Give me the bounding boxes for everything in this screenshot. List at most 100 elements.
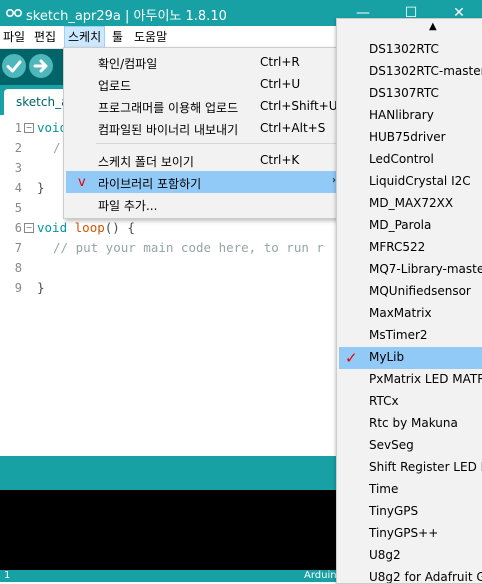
code-line-7: // put your main code here, to run r [53,240,324,255]
library-item[interactable]: MQ7-Library-master [339,259,482,281]
library-item[interactable]: LedControl [339,149,482,171]
library-item[interactable]: Rtc by Makuna [339,413,482,435]
keyword-void: void [37,220,68,235]
menu-item-label: 스케치 폴더 보이기 [98,155,194,169]
library-item-label: Shift Register LED Ma [369,460,482,474]
library-item[interactable]: MFRC522 [339,237,482,259]
tab-label: sketch_a [16,95,69,109]
line-number: 4 [14,181,22,195]
line-number: 9 [14,281,22,295]
library-item[interactable]: DS1302RTC-master [339,61,482,83]
code-line-2: / [53,140,61,155]
verify-button[interactable] [2,54,26,78]
library-item-selected[interactable]: ✓ MyLib [339,347,482,369]
line-number: 3 [14,161,22,175]
menu-item-shortcut: Ctrl+Shift+U [260,99,338,113]
library-item-label: MaxMatrix [369,306,432,320]
arrow-right-icon [33,59,48,73]
library-item-label: U8g2 [369,548,401,562]
menu-item-add-file[interactable]: 파일 추가... [66,193,342,215]
library-item-label: MD_MAX72XX [369,196,454,210]
library-item-label: PxMatrix LED MATRIX [369,372,482,386]
annotation-check-icon: v [78,175,86,190]
menu-file[interactable]: 파일 [0,26,28,48]
menu-item-shortcut: Ctrl+K [260,153,300,167]
code-paren: () { [104,220,135,235]
library-item[interactable]: Shift Register LED Ma [339,457,482,479]
library-item[interactable]: U8g2 for Adafruit GFX [339,567,482,583]
menu-item-upload-programmer[interactable]: 프로그래머를 이용해 업로드 Ctrl+Shift+U [66,95,342,117]
menu-tools[interactable]: 툴 [109,26,126,48]
menu-edit[interactable]: 편집 [31,26,59,48]
library-item-label: Rtc by Makuna [369,416,458,430]
library-item[interactable]: DS1307RTC [339,83,482,105]
scroll-up-icon[interactable]: ▲ [429,21,437,32]
line-number: 7 [14,241,22,255]
menu-item-export-binary[interactable]: 컴파일된 바이너리 내보내기 Ctrl+Alt+S [66,117,342,139]
menu-help[interactable]: 도움말 [131,26,170,48]
menu-item-label: 프로그래머를 이용해 업로드 [98,101,239,115]
library-item[interactable]: DS1302RTC [339,39,482,61]
menu-item-label: 라이브러리 포함하기 [98,177,202,191]
library-item-label: MQ7-Library-master [369,262,482,276]
library-item[interactable]: MsTimer2 [339,325,482,347]
library-item[interactable]: Time [339,479,482,501]
fold-toggle-icon[interactable]: − [24,223,34,233]
menu-separator [96,143,336,144]
library-item[interactable]: U8g2 [339,545,482,567]
line-number: 1 [14,121,22,135]
function-loop: loop [74,220,105,235]
library-item[interactable]: TinyGPS++ [339,523,482,545]
line-number: 5 [14,201,22,215]
menu-item-label: 업로드 [98,79,132,93]
menu-item-include-library[interactable]: v 라이브러리 포함하기 › [66,171,342,193]
library-item[interactable]: RTCx [339,391,482,413]
library-item-label: MQUnifiedsensor [369,284,471,298]
library-item[interactable]: MQUnifiedsensor [339,281,482,303]
status-line-number: 1 [4,570,11,581]
sketch-menu-dropdown: 확인/컴파일 Ctrl+R 업로드 Ctrl+U 프로그래머를 이용해 업로드 … [63,47,345,219]
menu-item-label: 확인/컴파일 [98,57,158,71]
fold-toggle-icon[interactable]: − [24,123,34,133]
menu-item-label: 파일 추가... [98,199,158,213]
line-number: 8 [14,261,22,275]
library-item-label: LiquidCrystal I2C [369,174,471,188]
check-icon [6,60,22,73]
annotation-check-icon: ✓ [345,349,358,367]
library-item-label: DS1302RTC [369,42,439,56]
library-item-label: MsTimer2 [369,328,428,342]
library-item-label: TinyGPS [369,504,419,518]
library-item[interactable]: MD_MAX72XX [339,193,482,215]
code-line-9: } [37,280,45,295]
library-item[interactable]: MD_Parola [339,215,482,237]
library-item-label: LedControl [369,152,434,166]
library-item[interactable]: SevSeg [339,435,482,457]
window-title: sketch_apr29a | 아두이노 1.8.10 [26,9,227,24]
line-number: 2 [14,141,22,155]
library-item-label: HANlibrary [369,108,434,122]
library-item-label: TinyGPS++ [369,526,439,540]
upload-button[interactable] [29,54,53,78]
menu-item-verify-compile[interactable]: 확인/컴파일 Ctrl+R [66,51,342,73]
library-item-label: DS1302RTC-master [369,64,482,78]
menu-item-show-sketch-folder[interactable]: 스케치 폴더 보이기 Ctrl+K [66,149,342,171]
library-item[interactable]: HANlibrary [339,105,482,127]
code-line-4: } [37,180,45,195]
library-item[interactable]: PxMatrix LED MATRIX [339,369,482,391]
arduino-logo-icon [6,9,22,17]
library-item[interactable]: HUB75driver [339,127,482,149]
menu-item-upload[interactable]: 업로드 Ctrl+U [66,73,342,95]
library-item-label: MD_Parola [369,218,432,232]
library-item[interactable]: MaxMatrix [339,303,482,325]
library-item-label: SevSeg [369,438,414,452]
library-submenu: ▲ DS1302RTC DS1302RTC-master DS1307RTC H… [336,18,482,584]
menu-item-shortcut: Ctrl+R [260,55,300,69]
library-item-label: HUB75driver [369,130,446,144]
menu-sketch[interactable]: 스케치 [64,26,106,48]
library-item[interactable]: TinyGPS [339,501,482,523]
library-item-label: RTCx [369,394,399,408]
library-item[interactable]: LiquidCrystal I2C [339,171,482,193]
menu-item-label: 컴파일된 바이너리 내보내기 [98,123,239,137]
status-board: Arduin [304,570,337,581]
code-line-6: void loop() { [37,220,135,235]
